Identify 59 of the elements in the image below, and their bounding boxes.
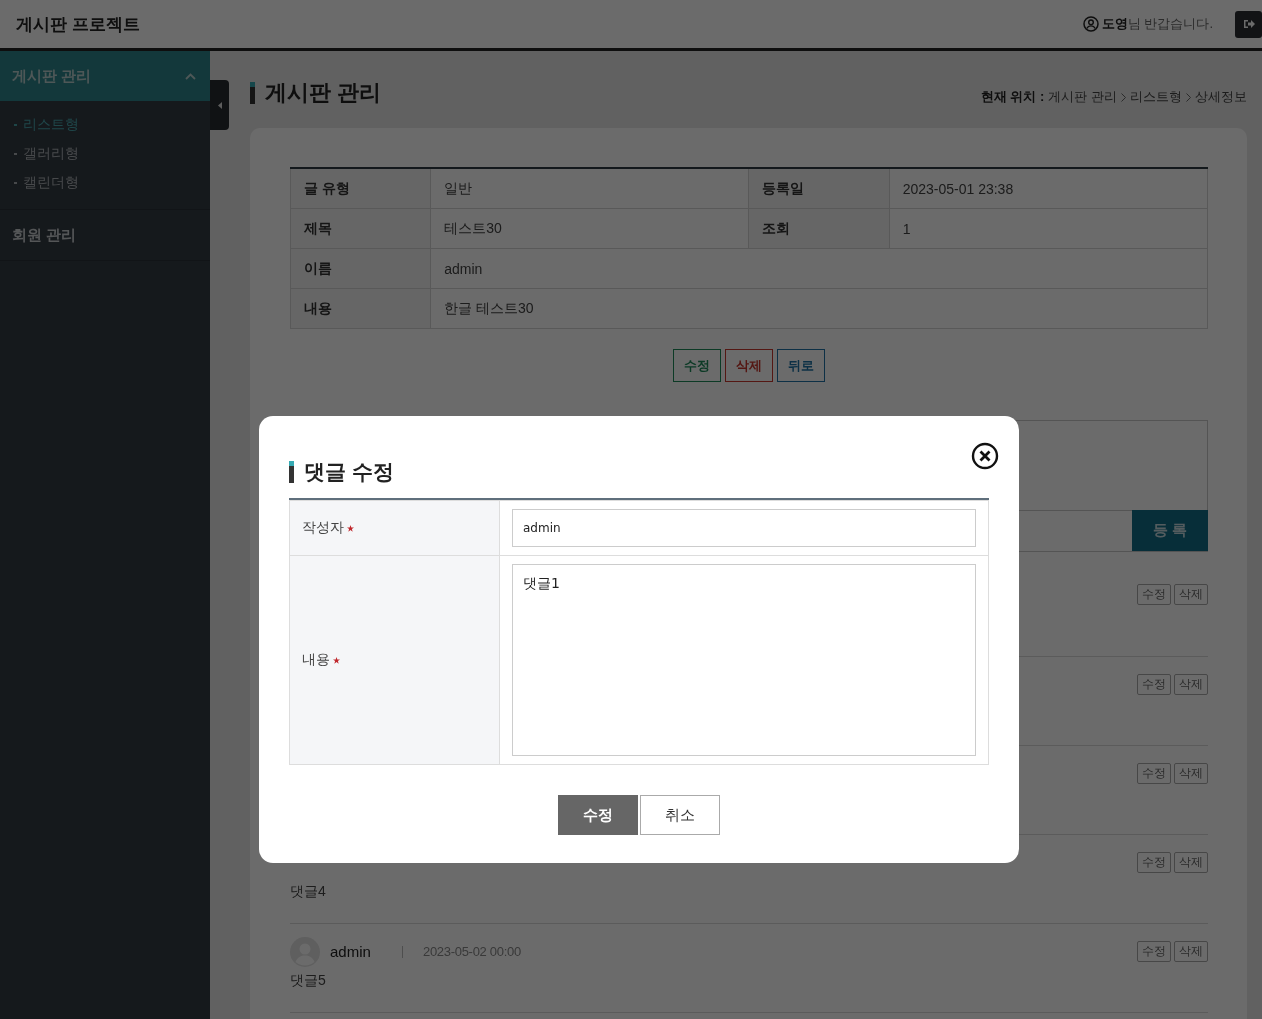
edit-button[interactable]: 수정: [1137, 763, 1171, 784]
chevron-up-icon: [185, 72, 196, 80]
bullet-icon: [14, 181, 17, 184]
close-button[interactable]: [971, 442, 999, 470]
save-button[interactable]: 수정: [558, 795, 638, 835]
edit-button[interactable]: 수정: [1137, 584, 1171, 605]
field-label: 등록일: [749, 168, 890, 209]
comment-text: 댓글4: [290, 883, 327, 901]
submit-button[interactable]: 등 록: [1132, 510, 1208, 551]
field-label: 작성자: [302, 519, 344, 537]
back-button[interactable]: 뒤로: [777, 349, 825, 382]
app-title: 게시판 프로젝트: [16, 13, 141, 36]
delete-button[interactable]: 삭제: [1174, 584, 1208, 605]
sidebar-toggle-button[interactable]: [210, 80, 229, 130]
field-value: 한글 테스트30: [430, 288, 1208, 329]
field-label: 내용: [290, 288, 431, 329]
field-label: 글 유형: [290, 168, 431, 209]
delete-button[interactable]: 삭제: [1174, 941, 1208, 962]
field-value: admin: [430, 248, 1208, 289]
breadcrumb-item[interactable]: 상세정보: [1195, 88, 1247, 106]
greeting-text: 도영님 반갑습니다.: [1101, 15, 1213, 33]
comment-author: admin: [330, 943, 372, 960]
edit-button[interactable]: 수정: [1137, 674, 1171, 695]
edit-button[interactable]: 수정: [673, 349, 721, 382]
field-value: 테스트30: [430, 208, 749, 249]
delete-button[interactable]: 삭제: [1174, 852, 1208, 873]
modal-title: 댓글 수정: [304, 459, 394, 485]
field-value: 2023-05-01 23:38: [889, 168, 1208, 209]
breadcrumb-item[interactable]: 게시판 관리: [1048, 88, 1117, 106]
comment-field[interactable]: 댓글1: [512, 564, 976, 756]
field-label: 내용: [302, 651, 330, 669]
bullet-icon: [14, 152, 17, 155]
author-field[interactable]: admin: [512, 509, 976, 547]
field-label: 조회: [749, 208, 890, 249]
edit-button[interactable]: 수정: [1137, 852, 1171, 873]
sidebar-menu-item[interactable]: 게시판 관리: [0, 51, 210, 101]
logout-button[interactable]: [1235, 10, 1262, 38]
user-icon: [1082, 16, 1099, 32]
sidebar-menu-item[interactable]: 회원 관리: [0, 210, 210, 260]
caret-left-icon: [217, 101, 222, 109]
title-marker-icon: [250, 82, 255, 104]
bullet-icon: [14, 123, 17, 126]
cancel-button[interactable]: 취소: [640, 795, 720, 835]
delete-button[interactable]: 삭제: [1174, 763, 1208, 784]
breadcrumb-label: 현재 위치 :: [980, 88, 1045, 106]
field-value: 일반: [430, 168, 749, 209]
logout-icon: [1242, 19, 1255, 29]
page-title: 게시판 관리: [265, 79, 382, 107]
field-value: 1: [889, 208, 1208, 249]
delete-button[interactable]: 삭제: [1174, 674, 1208, 695]
field-label: 이름: [290, 248, 431, 289]
field-label: 제목: [290, 208, 431, 249]
chevron-right-icon: [1121, 92, 1126, 102]
delete-button[interactable]: 삭제: [725, 349, 773, 382]
chevron-right-icon: [1186, 92, 1191, 102]
comment-text: 댓글5: [290, 972, 327, 990]
breadcrumb-item[interactable]: 리스트형: [1130, 88, 1182, 106]
edit-button[interactable]: 수정: [1137, 941, 1171, 962]
title-marker-icon: [289, 461, 294, 483]
